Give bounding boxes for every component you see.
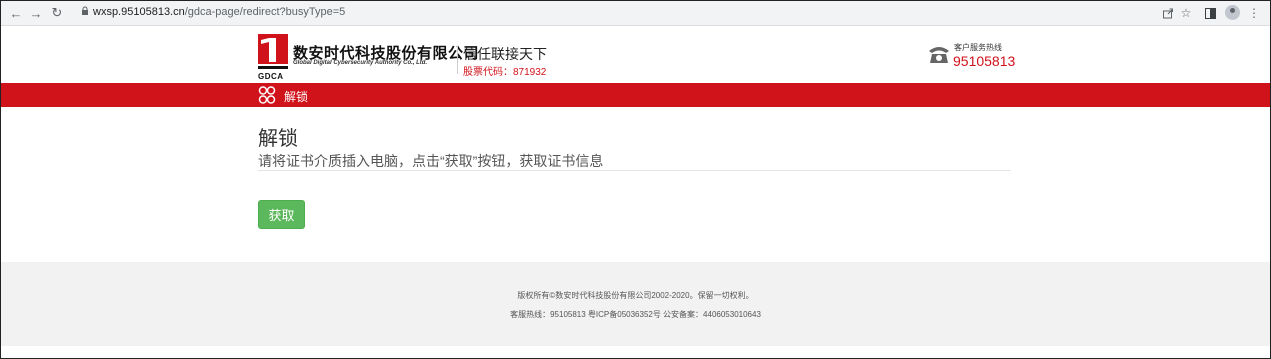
unlock-nav-icon [258,86,276,104]
lock-icon[interactable] [81,6,89,19]
reload-icon[interactable]: ↻ [48,4,66,22]
stock-code: 股票代码：871932 [463,67,547,78]
hotline-label: 客户服务热线 [954,43,1002,52]
get-button[interactable]: 获取 [258,200,305,229]
address-bar[interactable]: wxsp.95105813.cn/gdca-page/redirect?busy… [93,6,345,18]
company-name-en: Global Digital Cybersecurity Authority C… [293,60,428,66]
site-header: 数安时代科技股份有限公司 Global Digital Cybersecurit… [1,26,1270,83]
phone-icon [929,47,949,63]
footer-contact: 客服热线：95105813 粤ICP备05036352号 公安备案：440605… [510,310,761,319]
site-footer: 版权所有©数安时代科技股份有限公司2002-2020。保留一切权利。 客服热线：… [1,262,1270,346]
profile-avatar[interactable] [1225,5,1240,20]
url-host: wxsp.95105813.cn [93,6,185,18]
footer-copyright: 版权所有©数安时代科技股份有限公司2002-2020。保留一切权利。 [517,291,754,300]
nav-item-unlock[interactable]: 解锁 [284,88,308,105]
url-path: /gdca-page/redirect?busyType=5 [184,6,346,18]
sidebar-icon[interactable] [1201,4,1219,22]
gdca-logo-icon[interactable] [258,34,288,74]
nav-bar: 解锁 [1,83,1270,107]
hotline-number: 95105813 [953,53,1016,69]
divider [258,170,1011,171]
instruction-text: 请将证书介质插入电脑，点击“获取”按钮，获取证书信息 [258,153,604,169]
browser-toolbar: ← → ↻ wxsp.95105813.cn/gdca-page/redirec… [1,1,1270,26]
page-title: 解锁 [258,128,298,150]
menu-icon[interactable]: ⋮ [1245,4,1263,22]
star-icon[interactable]: ☆ [1177,4,1195,22]
forward-icon[interactable]: → [27,4,45,22]
back-icon[interactable]: ← [7,4,25,22]
slogan: 信任联接天下 [463,46,547,62]
header-divider [457,46,458,74]
browser-window: ← → ↻ wxsp.95105813.cn/gdca-page/redirec… [0,0,1271,359]
share-icon[interactable] [1159,4,1177,22]
logo-abbreviation: GDCA [258,72,284,81]
